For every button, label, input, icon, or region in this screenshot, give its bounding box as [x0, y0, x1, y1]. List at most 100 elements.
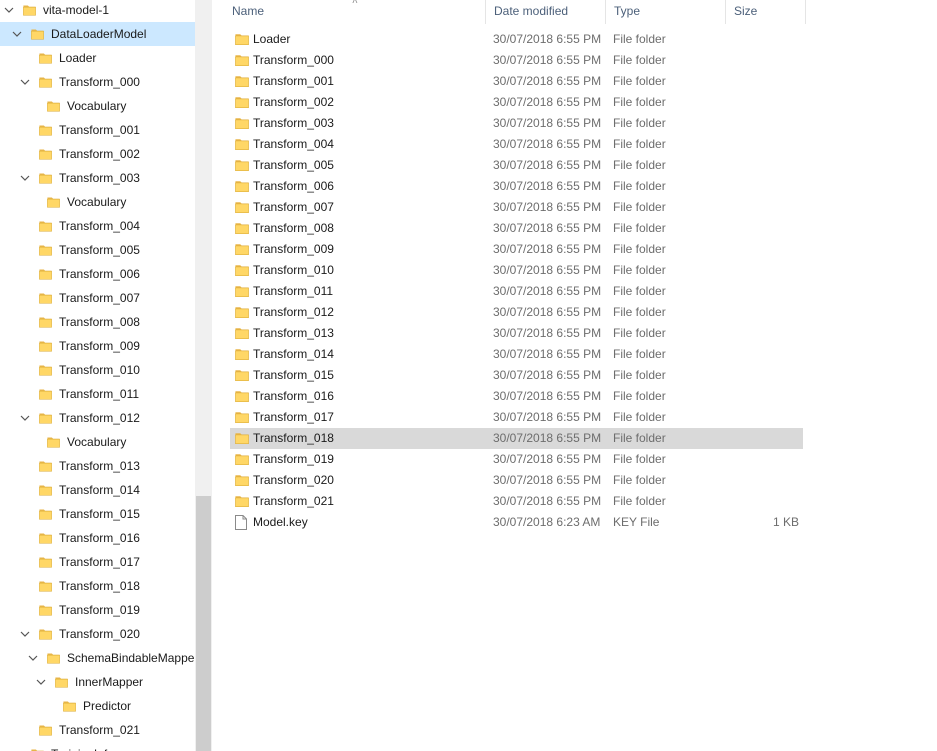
nav-tree-item-label: Transform_019: [59, 603, 140, 617]
nav-tree-item[interactable]: Transform_003: [0, 166, 195, 190]
nav-tree-item[interactable]: vita-model-1: [0, 0, 195, 22]
folder-icon: [235, 452, 249, 469]
file-row[interactable]: Transform_007 30/07/2018 6:55 PM File fold…: [230, 197, 803, 218]
chevron-down-icon[interactable]: [18, 411, 32, 425]
nav-tree-item[interactable]: Transform_008: [0, 310, 195, 334]
file-type: File folder: [613, 494, 666, 508]
file-row[interactable]: Model.key 30/07/2018 6:23 AM KEY File 1 KB: [230, 512, 803, 533]
file-row[interactable]: Transform_017 30/07/2018 6:55 PM File fold…: [230, 407, 803, 428]
nav-tree-item[interactable]: Transform_002: [0, 142, 195, 166]
chevron-down-icon[interactable]: [18, 171, 32, 185]
nav-tree-item[interactable]: Transform_011: [0, 382, 195, 406]
nav-tree-item[interactable]: Transform_020: [0, 622, 195, 646]
file-row[interactable]: Transform_015 30/07/2018 6:55 PM File fold…: [230, 365, 803, 386]
navigation-pane[interactable]: vita-model-1 DataLoaderModel Loader Transfo…: [0, 0, 195, 751]
file-name: Transform_017: [253, 410, 334, 424]
nav-tree-item[interactable]: Transform_019: [0, 598, 195, 622]
navigation-scrollbar[interactable]: [195, 0, 212, 751]
navigation-scrollbar-thumb[interactable]: [196, 496, 211, 751]
file-row[interactable]: Transform_006 30/07/2018 6:55 PM File fold…: [230, 176, 803, 197]
file-row[interactable]: Transform_005 30/07/2018 6:55 PM File fold…: [230, 155, 803, 176]
file-row[interactable]: Transform_000 30/07/2018 6:55 PM File fold…: [230, 50, 803, 71]
column-header-size[interactable]: Size: [726, 0, 806, 24]
folder-icon: [39, 339, 52, 356]
nav-tree-item[interactable]: Transform_021: [0, 718, 195, 742]
folder-icon: [235, 137, 249, 154]
nav-tree-item[interactable]: DataLoaderModel: [0, 22, 195, 46]
file-name: Transform_020: [253, 473, 334, 487]
nav-tree-item-label: Transform_002: [59, 147, 140, 161]
nav-tree-item[interactable]: InnerMapper: [0, 670, 195, 694]
column-header-date-label: Date modified: [494, 4, 569, 18]
folder-icon: [235, 74, 249, 91]
file-list-pane[interactable]: Name ˄ Date modified Type Size Loader 30/…: [212, 0, 937, 751]
chevron-down-icon[interactable]: [18, 75, 32, 89]
file-row[interactable]: Transform_019 30/07/2018 6:55 PM File fold…: [230, 449, 803, 470]
nav-tree-item-label: Transform_003: [59, 171, 140, 185]
nav-tree-item[interactable]: Transform_014: [0, 478, 195, 502]
nav-tree-item[interactable]: Transform_010: [0, 358, 195, 382]
nav-tree-item[interactable]: TrainingInfo: [0, 742, 195, 751]
nav-tree-item[interactable]: Vocabulary: [0, 190, 195, 214]
nav-tree-item[interactable]: SchemaBindableMapper: [0, 646, 195, 670]
nav-tree-item[interactable]: Transform_015: [0, 502, 195, 526]
nav-tree-item[interactable]: Loader: [0, 46, 195, 70]
nav-tree-item[interactable]: Transform_017: [0, 550, 195, 574]
file-name: Transform_009: [253, 242, 334, 256]
nav-tree-item[interactable]: Transform_016: [0, 526, 195, 550]
nav-tree-item[interactable]: Transform_007: [0, 286, 195, 310]
nav-tree-item[interactable]: Transform_018: [0, 574, 195, 598]
file-row[interactable]: Loader 30/07/2018 6:55 PM File folder: [230, 29, 803, 50]
file-row[interactable]: Transform_004 30/07/2018 6:55 PM File fold…: [230, 134, 803, 155]
nav-tree-item[interactable]: Transform_013: [0, 454, 195, 478]
folder-icon: [47, 651, 60, 668]
chevron-down-icon[interactable]: [2, 3, 16, 17]
file-row[interactable]: Transform_009 30/07/2018 6:55 PM File fold…: [230, 239, 803, 260]
file-row[interactable]: Transform_010 30/07/2018 6:55 PM File fold…: [230, 260, 803, 281]
nav-tree-item[interactable]: Vocabulary: [0, 430, 195, 454]
folder-icon: [235, 389, 249, 406]
chevron-down-icon[interactable]: [10, 27, 24, 41]
file-row[interactable]: Transform_018 30/07/2018 6:55 PM File fold…: [230, 428, 803, 449]
chevron-down-icon[interactable]: [18, 627, 32, 641]
folder-icon: [235, 116, 249, 133]
file-row[interactable]: Transform_002 30/07/2018 6:55 PM File fold…: [230, 92, 803, 113]
file-name: Model.key: [253, 515, 308, 529]
file-type: File folder: [613, 221, 666, 235]
file-row[interactable]: Transform_003 30/07/2018 6:55 PM File fold…: [230, 113, 803, 134]
folder-icon: [55, 675, 68, 692]
column-header-type[interactable]: Type: [606, 0, 726, 24]
file-row[interactable]: Transform_011 30/07/2018 6:55 PM File fold…: [230, 281, 803, 302]
nav-tree-item-label: Transform_007: [59, 291, 140, 305]
file-row[interactable]: Transform_014 30/07/2018 6:55 PM File fold…: [230, 344, 803, 365]
file-row[interactable]: Transform_021 30/07/2018 6:55 PM File fold…: [230, 491, 803, 512]
nav-tree-item[interactable]: Transform_006: [0, 262, 195, 286]
nav-tree-item[interactable]: Transform_004: [0, 214, 195, 238]
file-row[interactable]: Transform_008 30/07/2018 6:55 PM File fold…: [230, 218, 803, 239]
file-date-modified: 30/07/2018 6:55 PM: [493, 179, 602, 193]
nav-tree-item-label: Transform_012: [59, 411, 140, 425]
folder-icon: [47, 99, 60, 116]
nav-tree-item[interactable]: Vocabulary: [0, 94, 195, 118]
column-header-date[interactable]: Date modified: [486, 0, 606, 24]
nav-tree-item[interactable]: Transform_009: [0, 334, 195, 358]
file-row[interactable]: Transform_001 30/07/2018 6:55 PM File fold…: [230, 71, 803, 92]
nav-tree-item-label: Transform_004: [59, 219, 140, 233]
nav-tree-item[interactable]: Predictor: [0, 694, 195, 718]
file-type: File folder: [613, 32, 666, 46]
nav-tree-item-label: Predictor: [83, 699, 132, 713]
chevron-down-icon[interactable]: [34, 675, 48, 689]
file-row[interactable]: Transform_012 30/07/2018 6:55 PM File fold…: [230, 302, 803, 323]
file-row[interactable]: Transform_016 30/07/2018 6:55 PM File fold…: [230, 386, 803, 407]
folder-icon: [39, 291, 52, 308]
file-row[interactable]: Transform_013 30/07/2018 6:55 PM File fold…: [230, 323, 803, 344]
nav-tree-item[interactable]: Transform_005: [0, 238, 195, 262]
chevron-down-icon[interactable]: [26, 651, 40, 665]
nav-tree-item[interactable]: Transform_012: [0, 406, 195, 430]
file-row[interactable]: Transform_020 30/07/2018 6:55 PM File fold…: [230, 470, 803, 491]
nav-tree-item[interactable]: Transform_000: [0, 70, 195, 94]
nav-tree-item-label: Transform_000: [59, 75, 140, 89]
file-date-modified: 30/07/2018 6:55 PM: [493, 32, 602, 46]
file-name: Transform_010: [253, 263, 334, 277]
nav-tree-item[interactable]: Transform_001: [0, 118, 195, 142]
